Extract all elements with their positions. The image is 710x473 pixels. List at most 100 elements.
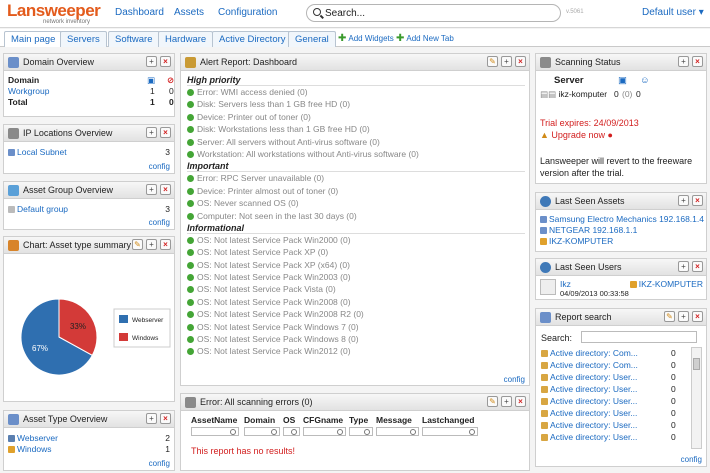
- scrollbar[interactable]: [691, 347, 702, 449]
- alert-item[interactable]: Workstation: All workstations without An…: [187, 149, 525, 161]
- close-icon[interactable]: ×: [160, 184, 171, 195]
- alert-label[interactable]: Error: RPC Server unavailable (0): [197, 173, 324, 183]
- edit-icon[interactable]: ✎: [487, 396, 498, 407]
- close-icon[interactable]: ×: [160, 413, 171, 424]
- alert-label[interactable]: Disk: Workstations less than 1 GB free H…: [197, 124, 370, 134]
- add-icon[interactable]: +: [678, 311, 689, 322]
- filter-input[interactable]: [422, 427, 478, 436]
- list-item[interactable]: Default group 3: [8, 204, 170, 215]
- alert-label[interactable]: OS: Not latest Service Pack XP (0): [197, 247, 328, 257]
- list-item[interactable]: Local Subnet 3: [8, 147, 170, 158]
- computer-name[interactable]: IKZ-KOMPUTER: [639, 279, 703, 289]
- report-name[interactable]: Active directory: User...: [550, 420, 637, 430]
- add-icon[interactable]: +: [146, 127, 157, 138]
- close-icon[interactable]: ×: [160, 56, 171, 67]
- alert-label[interactable]: OS: Not latest Service Pack Win2008 R2 (…: [197, 309, 364, 319]
- add-icon[interactable]: +: [146, 413, 157, 424]
- alert-label[interactable]: Device: Printer out of toner (0): [197, 112, 311, 122]
- tab-servers[interactable]: Servers: [60, 31, 107, 47]
- close-icon[interactable]: ×: [692, 195, 703, 206]
- asset-name[interactable]: IKZ-KOMPUTER: [549, 236, 613, 246]
- config-link[interactable]: config: [504, 375, 525, 384]
- search-input[interactable]: Search...: [306, 4, 561, 22]
- alert-label[interactable]: OS: Not latest Service Pack Windows 7 (0…: [197, 322, 359, 332]
- nav-configuration[interactable]: Configuration: [218, 7, 277, 18]
- config-link[interactable]: config: [149, 162, 170, 171]
- alert-item[interactable]: Server: All servers without Anti-virus s…: [187, 137, 525, 149]
- report-item[interactable]: Active directory: Com... 0: [541, 360, 687, 372]
- alert-item[interactable]: OS: Not latest Service Pack Vista (0): [187, 284, 525, 296]
- filter-input[interactable]: [376, 427, 419, 436]
- alert-label[interactable]: OS: Not latest Service Pack Vista (0): [197, 284, 336, 294]
- list-item[interactable]: Samsung Electro Mechanics 192.168.1.4: [540, 214, 706, 225]
- close-icon[interactable]: ×: [692, 261, 703, 272]
- close-icon[interactable]: ×: [160, 127, 171, 138]
- alert-label[interactable]: Disk: Servers less than 1 GB free HD (0): [197, 99, 350, 109]
- add-icon[interactable]: +: [678, 56, 689, 67]
- alert-item[interactable]: Device: Printer out of toner (0): [187, 112, 525, 124]
- close-icon[interactable]: ×: [692, 56, 703, 67]
- alert-label[interactable]: OS: Not latest Service Pack XP (x64) (0): [197, 260, 350, 270]
- alert-label[interactable]: OS: Never scanned OS (0): [197, 198, 299, 208]
- filter-input[interactable]: [191, 427, 239, 436]
- alert-label[interactable]: OS: Not latest Service Pack Win2003 (0): [197, 272, 351, 282]
- list-item[interactable]: Webserver 2: [8, 433, 170, 444]
- add-icon[interactable]: +: [146, 184, 157, 195]
- alert-label[interactable]: Computer: Not seen in the last 30 days (…: [197, 211, 357, 221]
- add-icon[interactable]: +: [678, 261, 689, 272]
- tab-hardware[interactable]: Hardware: [158, 31, 214, 47]
- alert-item[interactable]: Device: Printer almost out of toner (0): [187, 186, 525, 198]
- table-row[interactable]: Workgroup 1 0: [8, 86, 174, 97]
- config-link[interactable]: config: [681, 455, 702, 464]
- list-item[interactable]: NETGEAR 192.168.1.1: [540, 225, 706, 236]
- alert-item[interactable]: Error: WMI access denied (0): [187, 87, 525, 99]
- lansweeper-logo[interactable]: Lansweeper network inventory: [7, 2, 101, 26]
- alert-label[interactable]: OS: Not latest Service Pack Win2000 (0): [197, 235, 351, 245]
- edit-icon[interactable]: ✎: [487, 56, 498, 67]
- config-link[interactable]: config: [149, 459, 170, 468]
- alert-label[interactable]: Error: WMI access denied (0): [197, 87, 308, 97]
- alert-item[interactable]: Computer: Not seen in the last 30 days (…: [187, 211, 525, 223]
- report-name[interactable]: Active directory: User...: [550, 384, 637, 394]
- alert-item[interactable]: OS: Not latest Service Pack Windows 8 (0…: [187, 334, 525, 346]
- report-item[interactable]: Active directory: User... 0: [541, 384, 687, 396]
- list-item[interactable]: IKZ-KOMPUTER: [540, 236, 706, 247]
- report-name[interactable]: Active directory: User...: [550, 372, 637, 382]
- alert-item[interactable]: Disk: Servers less than 1 GB free HD (0): [187, 99, 525, 111]
- alert-item[interactable]: OS: Not latest Service Pack Windows 7 (0…: [187, 322, 525, 334]
- domain-name[interactable]: Workgroup: [8, 86, 49, 96]
- scrollbar-thumb[interactable]: [693, 358, 700, 370]
- close-icon[interactable]: ×: [515, 396, 526, 407]
- upgrade-link[interactable]: ▲ Upgrade now ●: [540, 130, 613, 140]
- column-header[interactable]: Lastchanged: [422, 415, 474, 425]
- alert-item[interactable]: OS: Not latest Service Pack Win2008 R2 (…: [187, 309, 525, 321]
- report-item[interactable]: Active directory: Com... 0: [541, 348, 687, 360]
- user-computer[interactable]: IKZ-KOMPUTER: [629, 279, 703, 289]
- report-name[interactable]: Active directory: User...: [550, 432, 637, 442]
- report-item[interactable]: Active directory: User... 0: [541, 432, 687, 444]
- filter-input[interactable]: [349, 427, 373, 436]
- nav-assets[interactable]: Assets: [174, 7, 204, 18]
- column-header[interactable]: Domain: [244, 415, 275, 425]
- alert-item[interactable]: OS: Not latest Service Pack Win2000 (0): [187, 235, 525, 247]
- column-header[interactable]: Message: [376, 415, 412, 425]
- filter-input[interactable]: [303, 427, 346, 436]
- report-name[interactable]: Active directory: User...: [550, 408, 637, 418]
- alert-item[interactable]: OS: Not latest Service Pack XP (x64) (0): [187, 260, 525, 272]
- alert-label[interactable]: Device: Printer almost out of toner (0): [197, 186, 338, 196]
- alert-item[interactable]: Error: RPC Server unavailable (0): [187, 173, 525, 185]
- edit-icon[interactable]: ✎: [132, 239, 143, 250]
- asset-name[interactable]: Samsung Electro Mechanics 192.168.1.4: [549, 214, 704, 224]
- report-search-input[interactable]: [581, 331, 697, 343]
- report-item[interactable]: Active directory: User... 0: [541, 408, 687, 420]
- filter-input[interactable]: [244, 427, 280, 436]
- add-icon[interactable]: +: [146, 56, 157, 67]
- edit-icon[interactable]: ✎: [664, 311, 675, 322]
- tab-main-page[interactable]: Main page: [4, 31, 63, 47]
- asset-type-name[interactable]: Webserver: [17, 433, 58, 443]
- report-name[interactable]: Active directory: User...: [550, 396, 637, 406]
- list-item[interactable]: Windows 1: [8, 444, 170, 455]
- alert-item[interactable]: OS: Not latest Service Pack Win2003 (0): [187, 272, 525, 284]
- add-widgets-link[interactable]: ✚ Add Widgets: [338, 33, 394, 44]
- tab-active-directory[interactable]: Active Directory: [212, 31, 293, 47]
